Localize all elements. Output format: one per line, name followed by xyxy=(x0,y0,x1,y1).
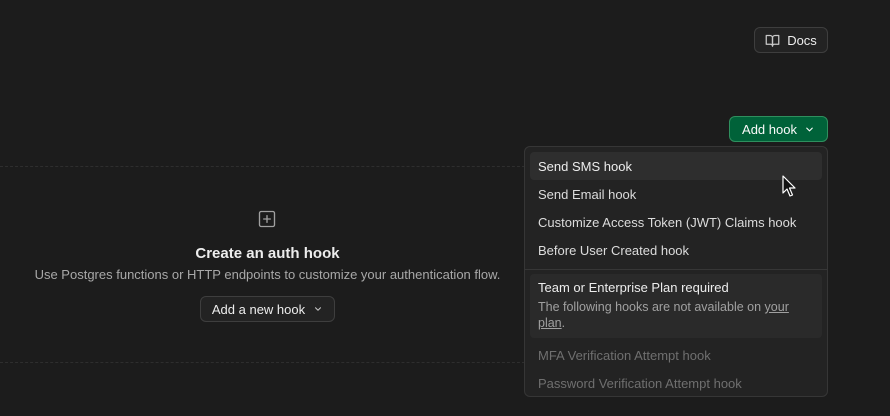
add-new-hook-label: Add a new hook xyxy=(211,301,306,317)
empty-state-description: Use Postgres functions or HTTP endpoints… xyxy=(34,267,501,282)
plus-square-icon xyxy=(258,210,276,228)
empty-state-panel xyxy=(0,166,535,363)
docs-label: Docs xyxy=(787,32,817,48)
docs-button[interactable]: Docs xyxy=(754,27,828,53)
auth-hooks-page: Docs Add hook Create an auth hook Use Po… xyxy=(0,0,890,416)
add-new-hook-button[interactable]: Add a new hook xyxy=(200,296,335,322)
menu-item-custom-access-token-hook[interactable]: Customize Access Token (JWT) Claims hook xyxy=(530,208,822,236)
menu-item-send-sms-hook[interactable]: Send SMS hook xyxy=(530,152,822,180)
your-plan-link-part1[interactable]: your xyxy=(765,300,789,314)
plan-notice-description: The following hooks are not available on… xyxy=(538,299,814,331)
add-hook-label: Add hook xyxy=(742,121,797,137)
add-hook-button[interactable]: Add hook xyxy=(729,116,828,142)
menu-item-send-email-hook[interactable]: Send Email hook xyxy=(530,180,822,208)
plan-notice-suffix: . xyxy=(561,316,566,330)
menu-divider xyxy=(525,269,827,270)
your-plan-link-part2[interactable]: plan xyxy=(538,316,562,330)
plan-notice-text: The following hooks are not available on xyxy=(538,300,765,314)
menu-item-password-verification-hook: Password Verification Attempt hook xyxy=(538,375,742,391)
plan-notice-title: Team or Enterprise Plan required xyxy=(538,280,729,295)
empty-state-title: Create an auth hook xyxy=(195,245,340,262)
chevron-down-icon xyxy=(315,307,322,311)
plan-notice: Team or Enterprise Plan required The fol… xyxy=(530,274,822,338)
menu-item-before-user-created-hook[interactable]: Before User Created hook xyxy=(530,236,822,264)
mouse-pointer-icon xyxy=(782,175,796,197)
chevron-down-icon xyxy=(806,127,813,131)
book-open-icon xyxy=(765,34,780,47)
menu-item-mfa-verification-hook: MFA Verification Attempt hook xyxy=(538,347,711,363)
